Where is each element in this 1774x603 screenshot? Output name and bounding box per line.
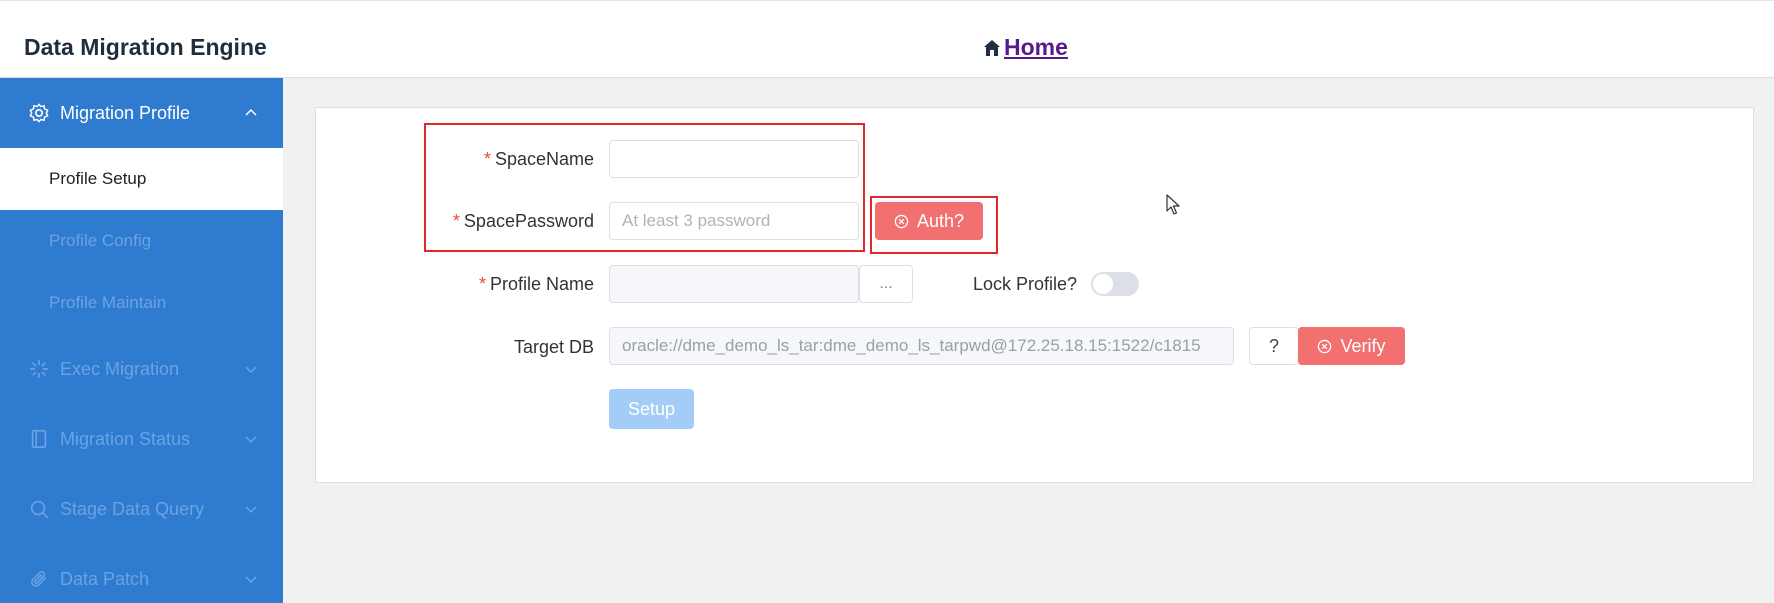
chevron-down-icon xyxy=(245,436,257,444)
sidebar: Migration Profile Profile Setup Profile … xyxy=(0,78,283,603)
mouse-cursor-icon xyxy=(1166,194,1180,215)
sidebar-group-label: Stage Data Query xyxy=(60,499,205,519)
chevron-down-icon xyxy=(245,366,257,374)
auth-button-label: Auth? xyxy=(916,210,965,231)
verify-button[interactable]: Verify xyxy=(1298,327,1405,365)
home-icon xyxy=(984,39,1000,56)
gear-icon xyxy=(29,103,49,123)
chevron-down-icon xyxy=(245,576,257,584)
sidebar-group-exec-migration[interactable]: Exec Migration xyxy=(0,334,283,404)
search-icon xyxy=(30,500,49,519)
loading-icon xyxy=(29,359,49,379)
space-password-label: * SpacePassword xyxy=(452,211,594,231)
auth-button[interactable]: Auth? xyxy=(875,202,983,240)
setup-button[interactable]: Setup xyxy=(609,389,694,429)
sidebar-group-label: Exec Migration xyxy=(60,359,180,379)
lock-profile-label: Lock Profile? xyxy=(973,274,1078,294)
space-name-label: * SpaceName xyxy=(483,149,594,169)
top-bar: Data Migration Engine Home xyxy=(0,0,1774,78)
sidebar-group-data-patch[interactable]: Data Patch xyxy=(0,544,283,603)
profile-name-input[interactable] xyxy=(609,265,859,303)
profile-name-label: * Profile Name xyxy=(478,274,594,294)
sidebar-group-label: Migration Status xyxy=(60,429,191,449)
sidebar-item-profile-setup[interactable]: Profile Setup xyxy=(0,148,283,210)
sidebar-item-label: Profile Maintain xyxy=(49,293,167,312)
sidebar-group-label: Data Patch xyxy=(60,569,150,589)
paperclip-icon xyxy=(31,571,47,587)
sidebar-group-label: Migration Profile xyxy=(60,103,191,123)
toggle-knob xyxy=(1093,274,1113,294)
lock-profile-toggle[interactable] xyxy=(1091,272,1139,296)
chevron-up-icon xyxy=(245,108,257,116)
sidebar-item-label: Profile Config xyxy=(49,231,152,250)
sidebar-item-profile-maintain[interactable]: Profile Maintain xyxy=(0,272,283,334)
sidebar-group-migration-status[interactable]: Migration Status xyxy=(0,404,283,474)
circle-x-icon xyxy=(894,214,909,228)
verify-button-label: Verify xyxy=(1340,335,1386,356)
home-link[interactable]: Home xyxy=(982,34,1068,61)
circle-x-icon xyxy=(1318,339,1332,353)
sidebar-group-stage-data-query[interactable]: Stage Data Query xyxy=(0,474,283,544)
sidebar-item-profile-config[interactable]: Profile Config xyxy=(0,210,283,272)
sidebar-item-label: Profile Setup xyxy=(49,169,147,188)
home-link-label[interactable]: Home xyxy=(1004,34,1068,61)
sidebar-group-migration-profile[interactable]: Migration Profile xyxy=(0,78,283,148)
target-db-input[interactable] xyxy=(609,327,1234,365)
space-name-input[interactable] xyxy=(609,140,859,178)
profile-browse-button[interactable]: ... xyxy=(859,265,913,303)
space-password-input[interactable] xyxy=(609,202,859,240)
notebook-icon xyxy=(31,429,47,449)
chevron-down-icon xyxy=(245,506,257,514)
help-button[interactable]: ? xyxy=(1249,327,1299,365)
app-title: Data Migration Engine xyxy=(24,34,267,60)
target-db-label: Target DB xyxy=(513,337,594,357)
